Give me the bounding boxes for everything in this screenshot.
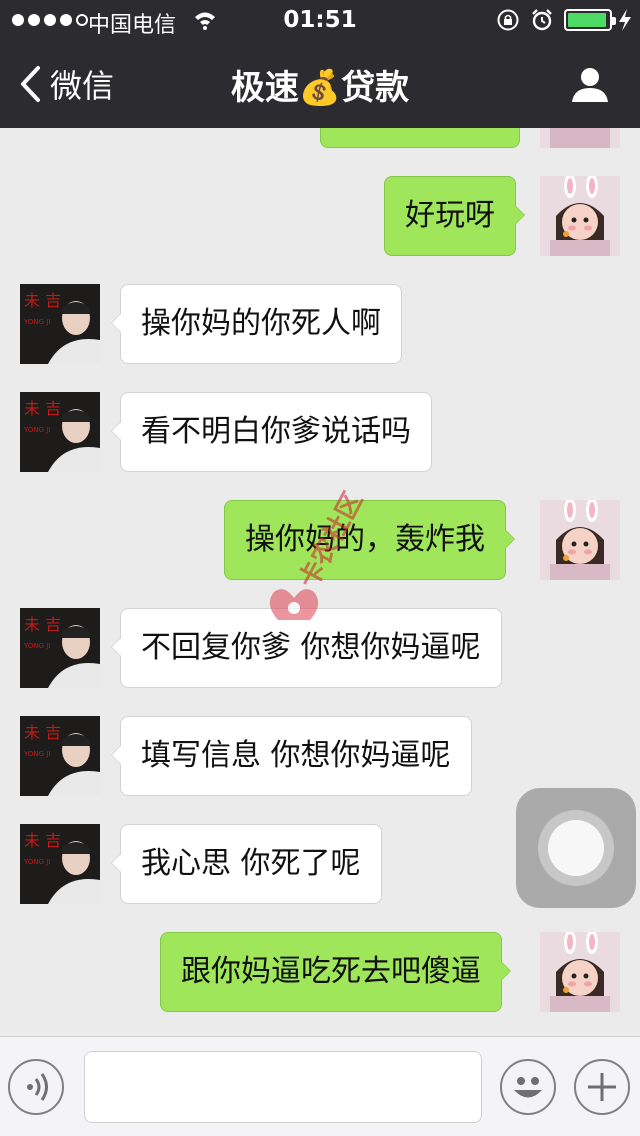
- navigation-bar: 微信 极速💰贷款: [0, 40, 640, 128]
- input-toolbar: [0, 1036, 640, 1136]
- message-bubble-incoming[interactable]: 操你妈的你死人啊: [111, 284, 402, 364]
- battery-indicator: [564, 9, 616, 31]
- assistive-touch-button[interactable]: [516, 788, 636, 908]
- status-bar: 中国电信 01:51: [0, 0, 640, 40]
- contact-avatar[interactable]: 未 吉 YONG JI: [20, 824, 100, 904]
- svg-text:YONG JI: YONG JI: [23, 426, 50, 434]
- emoji-icon: [514, 1077, 542, 1098]
- message-bubble-incoming[interactable]: 我心思 你死了呢: [111, 824, 382, 904]
- top-bar: 中国电信 01:51 微信 极速💰贷款: [0, 0, 640, 128]
- message-bubble-outgoing[interactable]: 好玩呀: [384, 176, 525, 256]
- my-avatar[interactable]: [540, 500, 620, 580]
- message-bubble-incoming[interactable]: 看不明白你爹说话吗: [111, 392, 432, 472]
- my-avatar[interactable]: [540, 932, 620, 1012]
- alarm-icon: [532, 9, 552, 31]
- profile-icon[interactable]: [570, 64, 610, 104]
- plus-icon: [588, 1073, 616, 1101]
- chat-area[interactable]: 好玩呀 未 吉 YONG JI 操你妈的你死人啊 未 吉 YONG JI 看不明白你…: [0, 0, 640, 1136]
- svg-text:YONG JI: YONG JI: [23, 642, 50, 650]
- message-bubble-incoming[interactable]: 填写信息 你想你妈逼呢: [111, 716, 472, 796]
- more-button[interactable]: [574, 1059, 630, 1115]
- message-bubble-outgoing[interactable]: 跟你妈逼吃死去吧傻逼: [160, 932, 511, 1012]
- message-bubble-outgoing[interactable]: 操你妈的，轰炸我: [224, 500, 515, 580]
- svg-text:未 吉: 未 吉: [24, 831, 61, 850]
- contact-avatar[interactable]: 未 吉 YONG JI: [20, 392, 100, 472]
- voice-icon: [27, 1073, 48, 1101]
- svg-text:未 吉: 未 吉: [24, 615, 61, 634]
- emoji-button[interactable]: [500, 1059, 556, 1115]
- message-bubble-incoming[interactable]: 不回复你爹 你想你妈逼呢: [111, 608, 502, 688]
- chat-title: 极速💰贷款: [230, 68, 410, 108]
- charging-bolt-icon: [619, 9, 631, 31]
- svg-text:YONG JI: YONG JI: [23, 858, 50, 866]
- svg-text:YONG JI: YONG JI: [23, 750, 50, 758]
- contact-avatar[interactable]: 未 吉 YONG JI: [20, 608, 100, 688]
- my-avatar[interactable]: [540, 176, 620, 256]
- svg-text:未 吉: 未 吉: [24, 291, 61, 310]
- lock-rotation-icon: [497, 9, 519, 31]
- contact-avatar[interactable]: 未 吉 YONG JI: [20, 284, 100, 364]
- message-input[interactable]: [84, 1051, 482, 1123]
- svg-text:未 吉: 未 吉: [24, 399, 61, 418]
- contact-avatar[interactable]: 未 吉 YONG JI: [20, 716, 100, 796]
- svg-text:YONG JI: YONG JI: [23, 318, 50, 326]
- voice-button[interactable]: [8, 1059, 64, 1115]
- svg-text:未 吉: 未 吉: [24, 723, 61, 742]
